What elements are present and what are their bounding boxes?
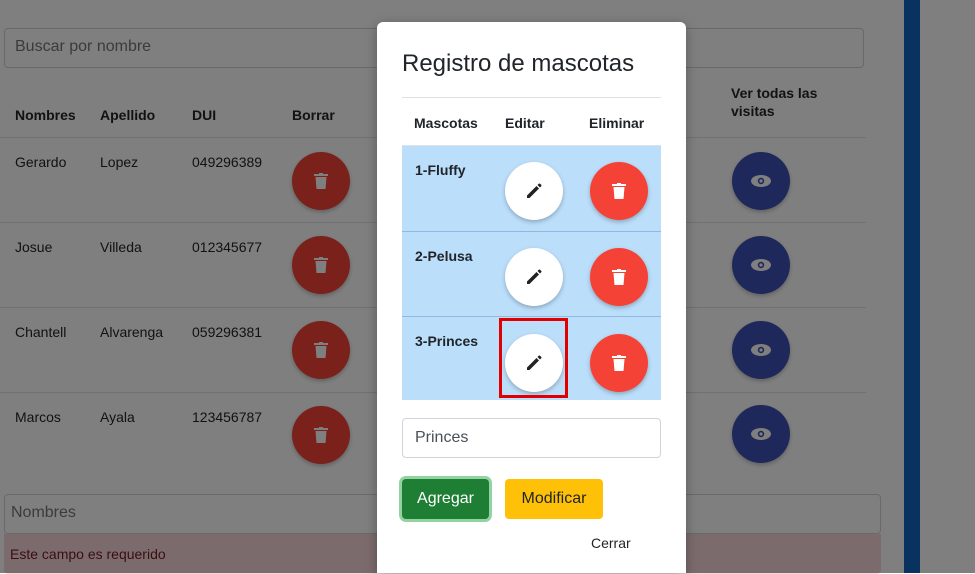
pencil-icon [527,269,542,284]
edit-highlight-box [499,318,568,398]
trash-icon [612,183,626,199]
modal-title: Registro de mascotas [402,50,635,77]
pet-name-input[interactable]: Princes [402,418,661,458]
header-eliminar: Eliminar [589,115,645,131]
delete-pet-button[interactable] [590,334,648,392]
close-button[interactable]: Cerrar [591,535,631,551]
pencil-icon [527,183,542,198]
delete-pet-button[interactable] [590,162,648,220]
pet-row: 1-Fluffy [402,146,661,231]
header-editar: Editar [505,115,545,131]
trash-icon [612,355,626,371]
pet-name: 2-Pelusa [415,248,473,264]
trash-icon [612,269,626,285]
pet-name: 3-Princes [415,333,479,349]
edit-pet-button[interactable] [505,162,563,220]
add-button[interactable]: Agregar [402,479,489,519]
edit-pet-button[interactable] [505,248,563,306]
delete-pet-button[interactable] [590,248,648,306]
pet-row: 2-Pelusa [402,232,661,316]
header-mascotas: Mascotas [414,115,478,131]
modify-button[interactable]: Modificar [505,479,603,519]
modal-divider [402,97,661,98]
pets-modal: Registro de mascotas Mascotas Editar Eli… [377,22,686,573]
pet-name: 1-Fluffy [415,162,466,178]
